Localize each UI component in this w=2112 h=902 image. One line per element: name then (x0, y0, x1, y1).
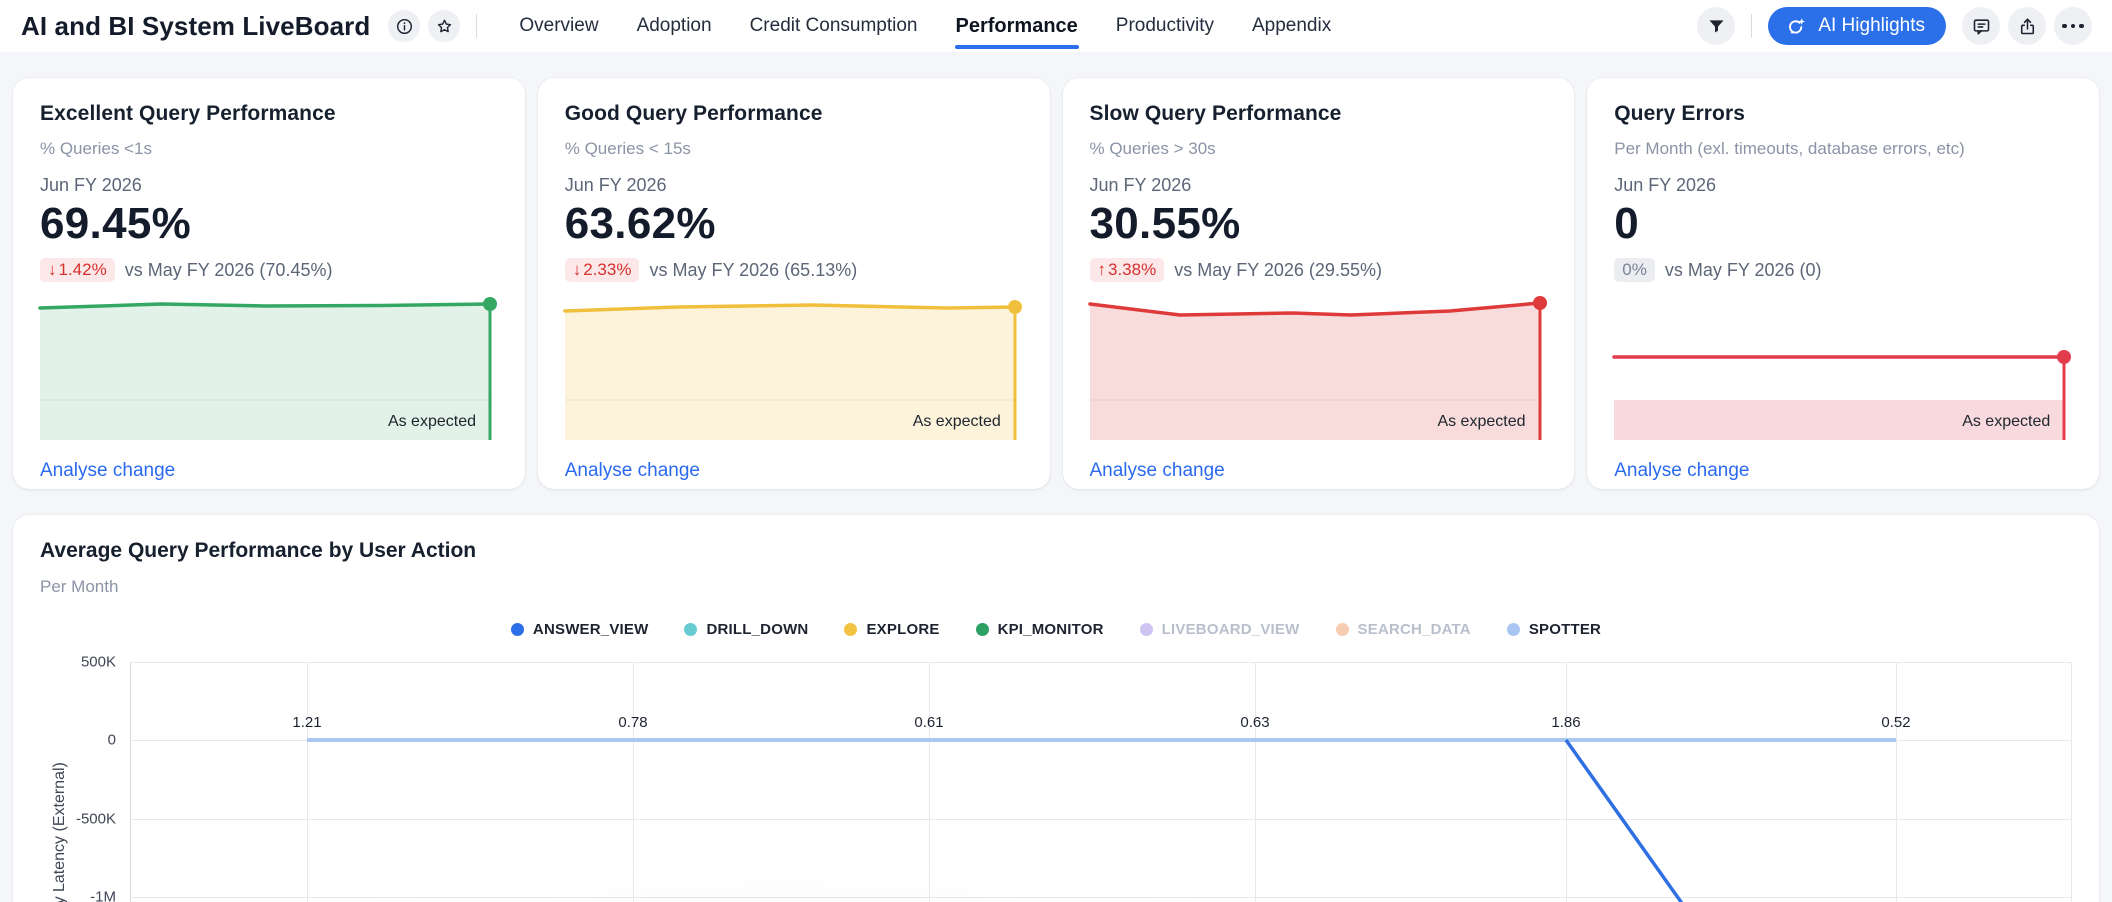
star-icon (435, 17, 454, 36)
tab-appendix[interactable]: Appendix (1252, 0, 1331, 52)
analyse-change-link[interactable]: Analyse change (40, 460, 175, 482)
main-content: Excellent Query Performance % Queries <1… (0, 52, 2112, 902)
tab-performance[interactable]: Performance (956, 0, 1078, 52)
ai-highlights-label: AI Highlights (1818, 15, 1925, 37)
card-title: Good Query Performance (565, 102, 1023, 126)
legend-item-search_data[interactable]: SEARCH_DATA (1336, 621, 1471, 638)
chart-title: Average Query Performance by User Action (40, 539, 2072, 563)
card-subtitle: % Queries < 15s (565, 139, 1023, 159)
delta-badge: ↑3.38% (1090, 258, 1165, 282)
kpi-value: 0 (1614, 199, 2072, 249)
legend-item-answer_view[interactable]: ANSWER_VIEW (511, 621, 649, 638)
status-label: As expected (913, 413, 1001, 431)
comment-icon (1971, 16, 1992, 37)
legend-dot-icon (976, 623, 989, 636)
delta-arrow-icon: ↓ (48, 260, 57, 280)
vs-previous-text: vs May FY 2026 (65.13%) (649, 260, 857, 281)
legend-item-explore[interactable]: EXPLORE (844, 621, 939, 638)
legend-dot-icon (1336, 623, 1349, 636)
tab-productivity[interactable]: Productivity (1116, 0, 1214, 52)
vs-previous-text: vs May FY 2026 (70.45%) (125, 260, 333, 281)
header-divider-2 (1751, 14, 1752, 38)
card-period: Jun FY 2026 (1614, 175, 2072, 196)
card-title: Slow Query Performance (1090, 102, 1548, 126)
card-subtitle: % Queries <1s (40, 139, 498, 159)
y-tick-label: -500K (58, 811, 116, 828)
chart-plot: Query Latency (External) 500K0-500K-1M1.… (130, 662, 2072, 902)
y-tick-label: 0 (58, 732, 116, 749)
sparkline-chart: As expected (1090, 300, 1548, 440)
filter-button[interactable] (1697, 7, 1735, 45)
y-axis-title: Query Latency (External) (51, 762, 69, 902)
chart-card: Average Query Performance by User Action… (13, 515, 2099, 902)
delta-arrow-icon: ↓ (573, 260, 582, 280)
info-icon-button[interactable] (388, 10, 420, 42)
liveboard-page: AI and BI System LiveBoard Overview Adopt… (0, 0, 2112, 902)
legend-item-drill_down[interactable]: DRILL_DOWN (684, 621, 808, 638)
y-tick-label: -1M (58, 889, 116, 902)
sparkline-chart: As expected (1614, 300, 2072, 440)
legend-dot-icon (1507, 623, 1520, 636)
kpi-card-query-errors: Query Errors Per Month (exl. timeouts, d… (1587, 78, 2099, 489)
app-header: AI and BI System LiveBoard Overview Adopt… (0, 0, 2112, 52)
analyse-change-link[interactable]: Analyse change (1090, 460, 1225, 482)
ellipsis-icon (2062, 24, 2084, 29)
kpi-card-excellent-query-performance: Excellent Query Performance % Queries <1… (13, 78, 525, 489)
header-divider (476, 14, 477, 38)
status-label: As expected (388, 413, 476, 431)
status-label: As expected (1962, 413, 2050, 431)
kpi-value: 30.55% (1090, 199, 1548, 249)
analyse-change-link[interactable]: Analyse change (565, 460, 700, 482)
chart-lines (130, 662, 2072, 902)
sparkline-chart: As expected (565, 300, 1023, 440)
legend-item-kpi_monitor[interactable]: KPI_MONITOR (976, 621, 1104, 638)
filter-icon (1706, 16, 1727, 37)
legend-item-spotter[interactable]: SPOTTER (1507, 621, 1601, 638)
card-subtitle: Per Month (exl. timeouts, database error… (1614, 139, 2072, 159)
tab-bar: Overview Adoption Credit Consumption Perfor… (519, 0, 1331, 52)
page-title: AI and BI System LiveBoard (21, 11, 370, 42)
share-button[interactable] (2008, 7, 2046, 45)
delta-badge: ↓1.42% (40, 258, 115, 282)
delta-arrow-icon: ↑ (1098, 260, 1107, 280)
share-export-icon (2017, 16, 2038, 37)
ai-highlights-button[interactable]: AI Highlights (1768, 7, 1946, 45)
kpi-value: 69.45% (40, 199, 498, 249)
info-icon (395, 17, 414, 36)
card-period: Jun FY 2026 (1090, 175, 1548, 196)
legend-item-liveboard_view[interactable]: LIVEBOARD_VIEW (1140, 621, 1300, 638)
status-label: As expected (1437, 413, 1525, 431)
y-tick-label: 500K (58, 654, 116, 671)
legend-dot-icon (684, 623, 697, 636)
card-title: Query Errors (1614, 102, 2072, 126)
delta-badge: ↓2.33% (565, 258, 640, 282)
vs-previous-text: vs May FY 2026 (0) (1665, 260, 1822, 281)
sparkline-chart: As expected (40, 300, 498, 440)
card-period: Jun FY 2026 (40, 175, 498, 196)
tab-overview[interactable]: Overview (519, 0, 598, 52)
kpi-value: 63.62% (565, 199, 1023, 249)
chart-legend: ANSWER_VIEW DRILL_DOWN EXPLORE KPI_MONITOR L… (40, 621, 2072, 638)
card-subtitle: % Queries > 30s (1090, 139, 1548, 159)
ai-sparkle-icon (1785, 15, 1808, 38)
kpi-card-slow-query-performance: Slow Query Performance % Queries > 30s J… (1063, 78, 1575, 489)
legend-dot-icon (511, 623, 524, 636)
delta-badge: 0% (1614, 258, 1655, 282)
kpi-card-good-query-performance: Good Query Performance % Queries < 15s J… (538, 78, 1050, 489)
favorite-star-button[interactable] (428, 10, 460, 42)
legend-dot-icon (844, 623, 857, 636)
card-period: Jun FY 2026 (565, 175, 1023, 196)
vs-previous-text: vs May FY 2026 (29.55%) (1174, 260, 1382, 281)
kpi-row: Excellent Query Performance % Queries <1… (13, 78, 2099, 489)
chart-subtitle: Per Month (40, 577, 2072, 597)
comment-button[interactable] (1962, 7, 2000, 45)
card-title: Excellent Query Performance (40, 102, 498, 126)
tab-credit-consumption[interactable]: Credit Consumption (750, 0, 918, 52)
legend-dot-icon (1140, 623, 1153, 636)
more-options-button[interactable] (2054, 7, 2092, 45)
tab-adoption[interactable]: Adoption (637, 0, 712, 52)
analyse-change-link[interactable]: Analyse change (1614, 460, 1749, 482)
